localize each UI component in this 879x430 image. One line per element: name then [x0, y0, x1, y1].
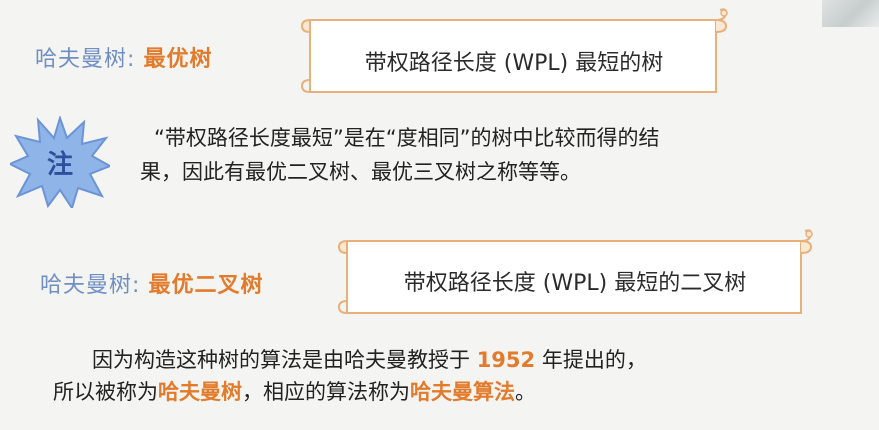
- section2-colon: :: [132, 273, 141, 298]
- bottom-line-1-a: 因为构造这种树的算法是由哈夫曼教授于: [92, 348, 477, 372]
- section2-name: 哈夫曼树: [40, 273, 133, 298]
- huffman-tree-highlight: 哈夫曼树: [158, 380, 242, 404]
- note-badge: 注: [7, 114, 113, 211]
- bottom-paragraph: 因为构造这种树的算法是由哈夫曼教授于 1952 年提出的， 所以被称为哈夫曼树，…: [50, 344, 850, 408]
- section1-name: 哈夫曼树: [35, 47, 128, 72]
- bottom-line-2-b: ，相应的算法称为: [242, 380, 410, 404]
- section2-label: 哈夫曼树: 最优二叉树: [40, 267, 263, 299]
- bottom-line-2-a: 所以被称为: [53, 380, 158, 404]
- section1-label: 哈夫曼树: 最优树: [35, 41, 212, 73]
- note-badge-label: 注: [46, 150, 73, 180]
- section2-scroll: 带权路径长度 (WPL) 最短的二叉树: [333, 227, 817, 319]
- note-line-2: 果，因此有最优二叉树、最优三叉树之称等等。: [140, 160, 581, 184]
- section2-term: 最优二叉树: [148, 273, 264, 298]
- presenter-video-thumbnail: [822, 0, 879, 27]
- bottom-line-2-c: 。: [515, 380, 536, 404]
- year-highlight: 1952: [476, 348, 536, 372]
- section1-colon: :: [127, 47, 136, 72]
- section1-definition: 带权路径长度 (WPL) 最短的树: [364, 51, 664, 76]
- section1-term: 最优树: [143, 47, 213, 72]
- note-line-1: “带权路径长度最短”是在“度相同”的树中比较而得的结: [154, 126, 660, 150]
- note-text: “带权路径长度最短”是在“度相同”的树中比较而得的结 果，因此有最优二叉树、最优…: [140, 121, 871, 189]
- bottom-line-1: 因为构造这种树的算法是由哈夫曼教授于 1952 年提出的，: [50, 344, 850, 376]
- bottom-line-1-b: 年提出的，: [535, 348, 647, 372]
- section1-scroll: 带权路径长度 (WPL) 最短的树: [296, 8, 732, 98]
- section2-definition: 带权路径长度 (WPL) 最短的二叉树: [403, 271, 747, 296]
- huffman-algorithm-highlight: 哈夫曼算法: [410, 380, 515, 404]
- bottom-line-2: 所以被称为哈夫曼树，相应的算法称为哈夫曼算法。: [50, 376, 850, 408]
